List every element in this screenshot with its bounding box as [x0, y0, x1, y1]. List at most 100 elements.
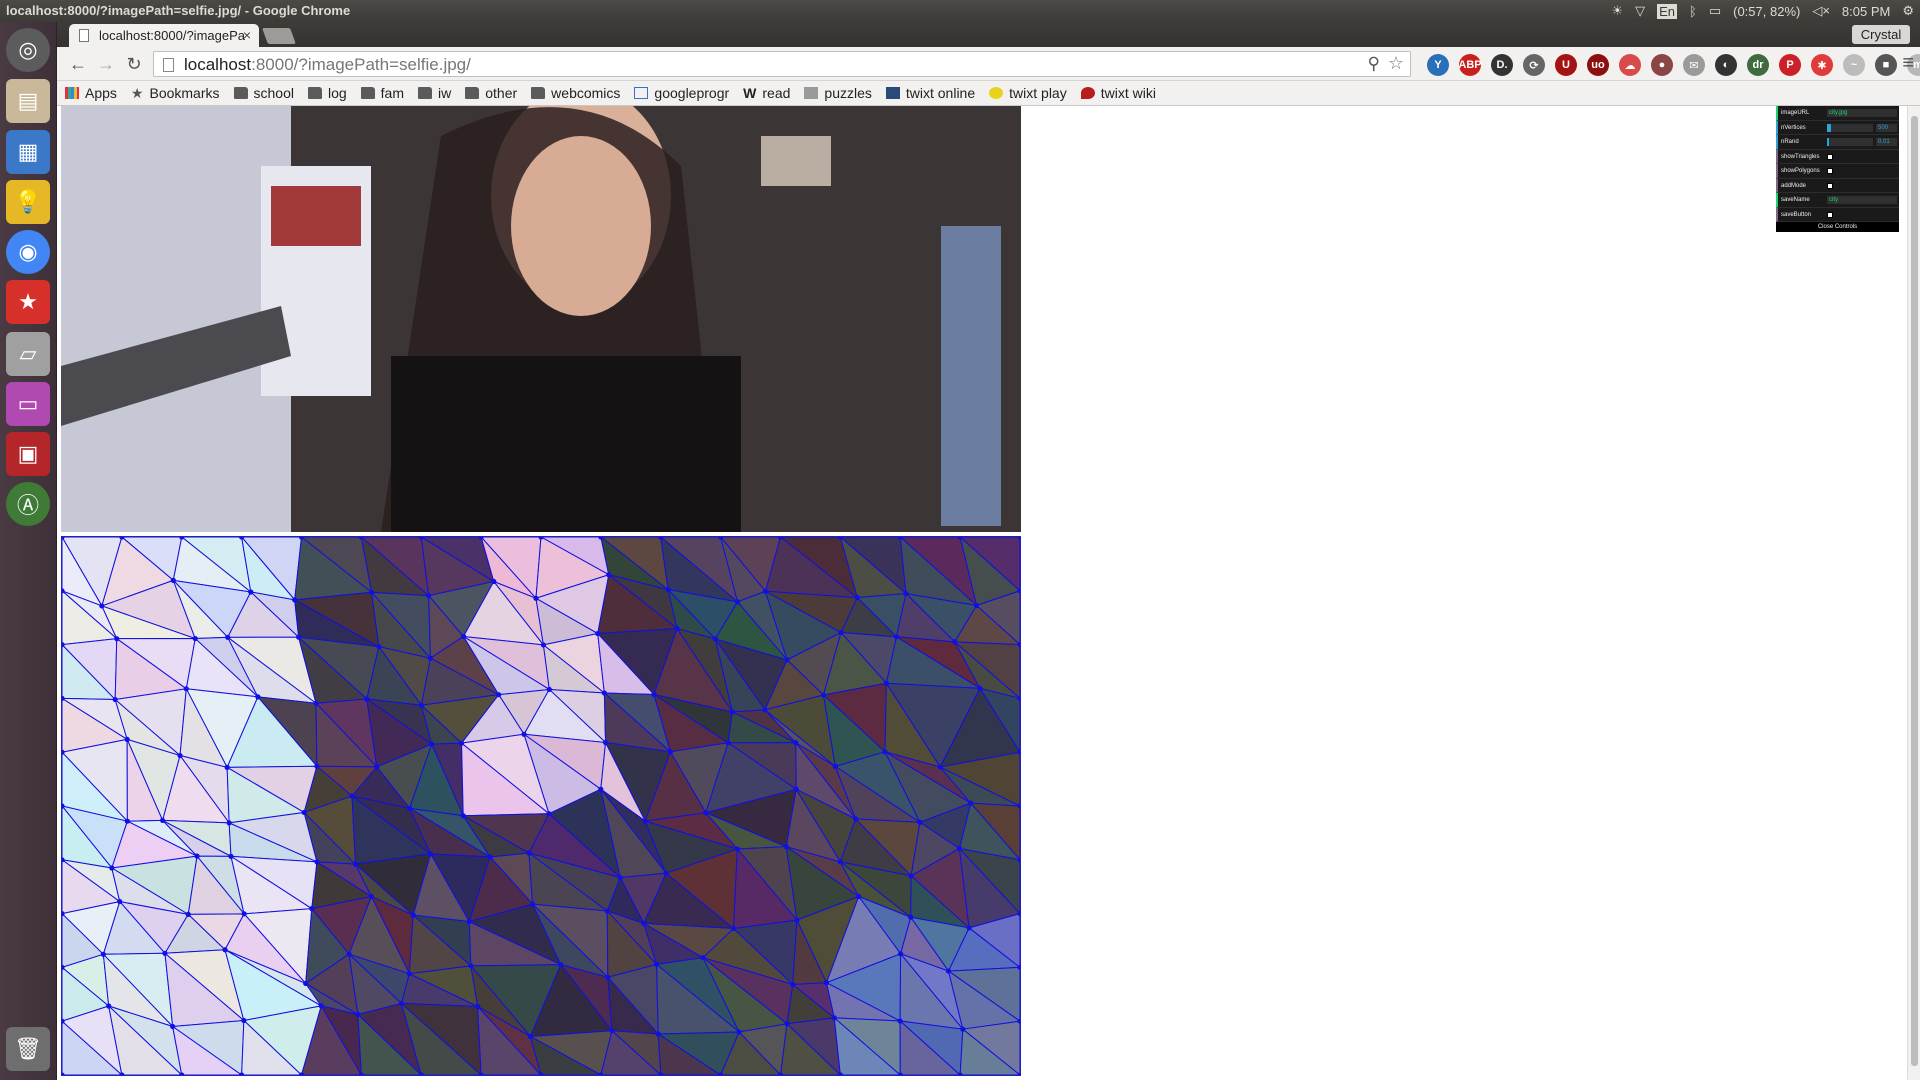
mesh-vertex[interactable] [977, 685, 983, 691]
mesh-vertex[interactable] [228, 853, 234, 859]
clock[interactable]: 8:05 PM [1842, 4, 1890, 19]
control-text-input[interactable]: city [1827, 196, 1897, 204]
mesh-vertex[interactable] [468, 963, 474, 969]
mesh-vertex[interactable] [466, 919, 472, 925]
mesh-vertex[interactable] [194, 853, 200, 859]
mesh-vertex[interactable] [832, 763, 838, 769]
mesh-vertex[interactable] [794, 917, 800, 923]
mesh-vertex[interactable] [460, 813, 466, 819]
mesh-vertex[interactable] [854, 594, 860, 601]
ubuntu-dash-icon[interactable]: ◎ [6, 28, 50, 72]
files-icon[interactable]: ▤ [6, 79, 50, 123]
bookmark-puzzles[interactable]: puzzles [804, 85, 872, 101]
mesh-vertex[interactable] [109, 865, 115, 871]
bookmark-school[interactable]: school [233, 85, 294, 101]
control-checkbox[interactable] [1827, 153, 1833, 160]
bookmark-log[interactable]: log [307, 85, 347, 101]
mesh-vertex[interactable] [903, 590, 909, 597]
mesh-vertex[interactable] [177, 752, 183, 759]
mesh-vertex[interactable] [546, 686, 552, 693]
mesh-vertex[interactable] [783, 844, 789, 850]
address-bar[interactable]: localhost:8000/?imagePath=selfie.jpg/ ⚲ … [153, 51, 1411, 77]
mesh-vertex[interactable] [346, 951, 352, 957]
software-updater-icon[interactable]: Ⓐ [6, 482, 50, 526]
mesh-vertex[interactable] [427, 655, 434, 661]
mesh-vertex[interactable] [225, 634, 231, 640]
trash-icon[interactable]: 🗑 [6, 1027, 50, 1071]
mesh-vertex[interactable] [540, 642, 547, 648]
bookmark-other[interactable]: other [465, 85, 517, 101]
mesh-vertex[interactable] [124, 736, 130, 742]
mesh-vertex[interactable] [604, 908, 610, 914]
mesh-vertex[interactable] [530, 901, 536, 907]
mesh-vertex[interactable] [655, 1031, 661, 1037]
mesh-vertex[interactable] [398, 1000, 405, 1007]
mesh-vertex[interactable] [314, 763, 320, 769]
mesh-vertex[interactable] [762, 707, 768, 713]
control-text-input[interactable]: city.jpg [1827, 109, 1897, 117]
mesh-vertex[interactable] [99, 603, 105, 609]
mesh-vertex[interactable] [170, 1023, 176, 1030]
mesh-vertex[interactable] [908, 914, 914, 920]
mesh-vertex[interactable] [546, 811, 552, 817]
mesh-vertex[interactable] [241, 1017, 247, 1024]
window-app-icon[interactable]: ▭ [6, 382, 50, 426]
mail-ext-icon[interactable]: ✉ [1683, 54, 1705, 76]
mesh-vertex[interactable] [248, 589, 254, 595]
mesh-vertex[interactable] [853, 816, 859, 822]
mesh-vertex[interactable] [314, 859, 320, 865]
bookmarks-app-icon[interactable]: ★ [6, 280, 50, 324]
mesh-vertex[interactable] [882, 749, 888, 755]
mesh-vertex[interactable] [309, 906, 315, 912]
asterisk-ext-icon[interactable]: ✱ [1811, 54, 1833, 76]
square-ext-icon[interactable]: ■ [1875, 54, 1897, 76]
mesh-vertex[interactable] [651, 691, 657, 698]
feather-ext-icon[interactable]: ~ [1843, 54, 1865, 76]
bookmark-webcomics[interactable]: webcomics [531, 85, 620, 101]
mesh-vertex[interactable] [376, 644, 382, 650]
mesh-vertex[interactable] [823, 980, 830, 986]
control-number-input[interactable]: 500 [1876, 123, 1897, 132]
adblock-plus-icon[interactable]: ABP [1458, 54, 1482, 76]
mesh-vertex[interactable] [355, 1011, 361, 1018]
mesh-vertex[interactable] [185, 911, 191, 917]
control-slider[interactable] [1827, 123, 1873, 132]
mesh-vertex[interactable] [241, 911, 247, 917]
mesh-vertex[interactable] [114, 636, 120, 642]
mesh-vertex[interactable] [897, 951, 904, 957]
tab-active[interactable]: localhost:8000/?imagePa × [69, 24, 259, 47]
mesh-vertex[interactable] [641, 920, 647, 927]
mesh-vertex[interactable] [837, 859, 843, 865]
mesh-vertex[interactable] [654, 961, 660, 967]
mesh-vertex[interactable] [364, 696, 370, 702]
mesh-vertex[interactable] [700, 955, 706, 961]
mesh-vertex[interactable] [558, 962, 564, 968]
mesh-vertex[interactable] [533, 595, 539, 601]
scrollbar[interactable] [1907, 106, 1920, 1080]
mesh-vertex[interactable] [368, 893, 375, 900]
mesh-vertex[interactable] [784, 657, 790, 663]
control-checkbox[interactable] [1827, 168, 1833, 174]
mesh-vertex[interactable] [617, 874, 623, 881]
mesh-vertex[interactable] [897, 1018, 903, 1024]
mesh-vertex[interactable] [725, 740, 731, 746]
mesh-vertex[interactable] [183, 686, 189, 692]
bookmark-apps[interactable]: Apps [65, 85, 117, 101]
mesh-vertex[interactable] [460, 633, 467, 640]
mesh-vertex[interactable] [292, 597, 298, 603]
mesh-vertex[interactable] [945, 968, 952, 974]
bookmark-fam[interactable]: fam [360, 85, 404, 101]
mesh-vertex[interactable] [374, 764, 380, 770]
mesh-vertex[interactable] [222, 947, 228, 953]
mesh-vertex[interactable] [956, 845, 963, 852]
mesh-vertex[interactable] [784, 1021, 790, 1027]
back-icon[interactable]: ← [67, 53, 89, 75]
mesh-vertex[interactable] [856, 893, 862, 900]
mesh-vertex[interactable] [883, 680, 889, 686]
camera-ext-icon[interactable]: ● [1651, 54, 1673, 76]
mesh-vertex[interactable] [406, 971, 412, 977]
mesh-vertex[interactable] [937, 764, 943, 770]
control-checkbox[interactable] [1827, 182, 1833, 189]
mesh-vertex[interactable] [318, 1003, 324, 1009]
mesh-vertex[interactable] [793, 740, 799, 746]
